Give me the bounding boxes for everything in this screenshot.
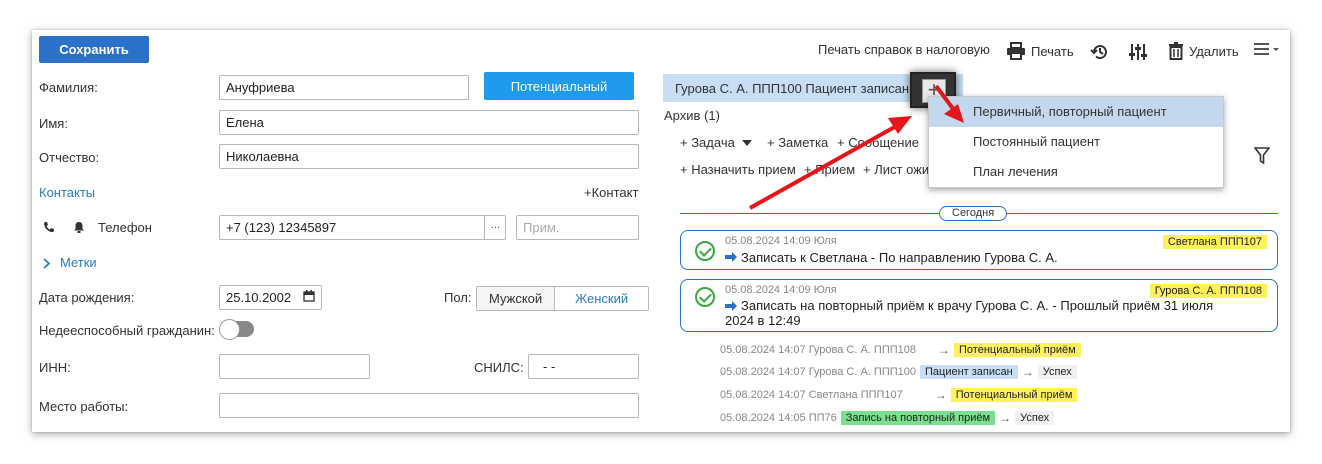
dropdown-item-treatment-plan[interactable]: План лечения [929, 157, 1223, 187]
filter-icon[interactable] [1254, 147, 1270, 165]
archive-link[interactable]: Архив (1) [664, 108, 720, 123]
history-result-tag: Успех [1037, 365, 1077, 379]
caret-down-icon[interactable] [742, 140, 752, 146]
arrow-right-icon: → [934, 388, 947, 402]
history-stage-tag: Потенциальный приём [954, 343, 1081, 357]
feed-item-meta: 05.08.2024 14:09 Юля [725, 284, 837, 296]
history-meta: 05.08.2024 14:07 Светлана ППП107 [720, 389, 903, 401]
snils-label: СНИЛС: [474, 360, 524, 375]
birthdate-value: 25.10.2002 [226, 290, 292, 305]
history-meta: 05.08.2024 14:07 Гурова С. А. ППП108 [720, 344, 916, 356]
surname-label: Фамилия: [39, 80, 98, 95]
phone-note-input[interactable] [516, 215, 639, 240]
history-stage-tag: Пациент записан [920, 365, 1018, 379]
dropdown-item-primary-patient[interactable]: Первичный, повторный пациент [929, 97, 1223, 127]
delete-label: Удалить [1189, 43, 1239, 59]
history-row: 05.08.2024 14:07 Гурова С. А. ППП100 Пац… [720, 365, 1077, 379]
sliders-icon [1129, 44, 1147, 60]
add-waitlist-action[interactable]: + Лист ожи [863, 162, 929, 177]
dropdown-item-regular-patient[interactable]: Постоянный пациент [929, 127, 1223, 157]
feed-item[interactable]: 05.08.2024 14:09 Юля Светлана ППП107 Зап… [680, 230, 1278, 270]
phone-value: +7 (123) 12345897 [226, 220, 337, 235]
add-task-action[interactable]: + Задача [680, 135, 735, 150]
today-badge: Сегодня [939, 206, 1008, 221]
arrow-right-icon: → [938, 343, 950, 357]
feed-item-text: Записать на повторный приём к врачу Гуро… [725, 298, 1214, 328]
inn-input[interactable] [219, 354, 370, 379]
redirect-arrow-icon [725, 252, 737, 262]
add-task-label: + Задача [680, 135, 735, 150]
history-meta: 05.08.2024 14:07 Гурова С. А. ППП100 [720, 366, 916, 378]
gender-label: Пол: [444, 290, 472, 305]
history-icon [1090, 45, 1107, 60]
incapable-label: Недееспособный гражданин: [39, 323, 215, 338]
schedule-appointment-action[interactable]: + Назначить прием [680, 162, 796, 177]
trash-icon [1169, 42, 1183, 60]
save-button[interactable]: Сохранить [39, 36, 149, 63]
gender-selector: Мужской Женский [476, 286, 650, 311]
history-row: 05.08.2024 14:07 Светлана ППП107 → Потен… [720, 388, 1078, 402]
history-button[interactable] [1090, 42, 1110, 62]
print-tax-button[interactable]: Печать справок в налоговую [818, 42, 990, 57]
arrow-right-icon: → [999, 411, 1012, 425]
name-label: Имя: [39, 116, 68, 131]
printer-icon [1007, 42, 1025, 60]
print-tax-label: Печать справок в налоговую [818, 42, 990, 57]
delete-button[interactable]: Удалить [1168, 42, 1239, 60]
workplace-label: Место работы: [39, 399, 129, 414]
patronymic-input[interactable] [219, 144, 639, 169]
gender-female-option[interactable]: Женский [555, 287, 648, 310]
hamburger-menu-icon [1254, 43, 1279, 55]
history-stage-tag: Потенциальный приём [950, 388, 1078, 402]
contacts-link[interactable]: Контакты [39, 185, 95, 200]
feed-item[interactable]: 05.08.2024 14:09 Юля Гурова С. А. ППП108… [680, 279, 1278, 332]
snils-value: - - [543, 359, 556, 374]
workplace-input[interactable] [219, 393, 639, 418]
calendar-icon[interactable] [303, 290, 315, 302]
done-check-icon[interactable] [695, 241, 715, 261]
bell-icon[interactable] [73, 221, 85, 233]
print-label: Печать [1031, 43, 1074, 59]
feed-item-text: Записать к Светлана - По направлению Гур… [741, 250, 1058, 265]
chevron-right-icon[interactable] [42, 258, 51, 269]
history-result-tag: Успех [1015, 411, 1055, 425]
gender-male-option[interactable]: Мужской [477, 287, 556, 310]
incapable-toggle[interactable] [219, 319, 254, 340]
history-row: 05.08.2024 14:05 ПП76 Запись на повторны… [720, 411, 1055, 425]
patronymic-label: Отчество: [39, 150, 100, 165]
phone-label: Телефон [98, 220, 152, 235]
done-check-icon[interactable] [695, 287, 715, 307]
feed-item-assignee-tag: Светлана ППП107 [1162, 235, 1267, 249]
phone-more-button[interactable]: ... [484, 215, 506, 240]
snils-input[interactable]: - - [528, 354, 639, 379]
tags-link[interactable]: Метки [60, 255, 97, 270]
phone-input[interactable]: +7 (123) 12345897 [219, 215, 506, 240]
history-stage-tag: Запись на повторный приём [840, 411, 996, 425]
add-message-action[interactable]: + Сообщение [837, 135, 919, 150]
add-note-action[interactable]: + Заметка [767, 135, 828, 150]
name-input[interactable] [219, 110, 639, 135]
arrow-right-icon: → [1021, 365, 1034, 379]
history-meta: 05.08.2024 14:05 ПП76 [720, 412, 837, 424]
birthdate-label: Дата рождения: [39, 290, 135, 305]
history-row: 05.08.2024 14:07 Гурова С. А. ППП108 → П… [720, 343, 1081, 357]
print-button[interactable]: Печать [1006, 42, 1074, 60]
add-contact-link[interactable]: +Контакт [584, 185, 638, 200]
surname-input[interactable] [219, 75, 469, 100]
inn-label: ИНН: [39, 360, 71, 375]
feed-item-assignee-tag: Гурова С. А. ППП108 [1149, 284, 1267, 298]
stage-dropdown-menu: Первичный, повторный пациент Постоянный … [928, 96, 1224, 188]
more-menu-button[interactable] [1254, 42, 1280, 56]
client-card-window: Сохранить Печать справок в налоговую Печ… [32, 30, 1290, 432]
stage-header-text: Гурова С. А. ППП100 Пациент записан [675, 81, 910, 96]
add-visit-action[interactable]: + Прием [804, 162, 855, 177]
phone-icon [44, 222, 54, 233]
status-potential-button[interactable]: Потенциальный [484, 72, 634, 100]
settings-sliders-button[interactable] [1128, 42, 1148, 62]
feed-item-meta: 05.08.2024 14:09 Юля [725, 235, 837, 247]
